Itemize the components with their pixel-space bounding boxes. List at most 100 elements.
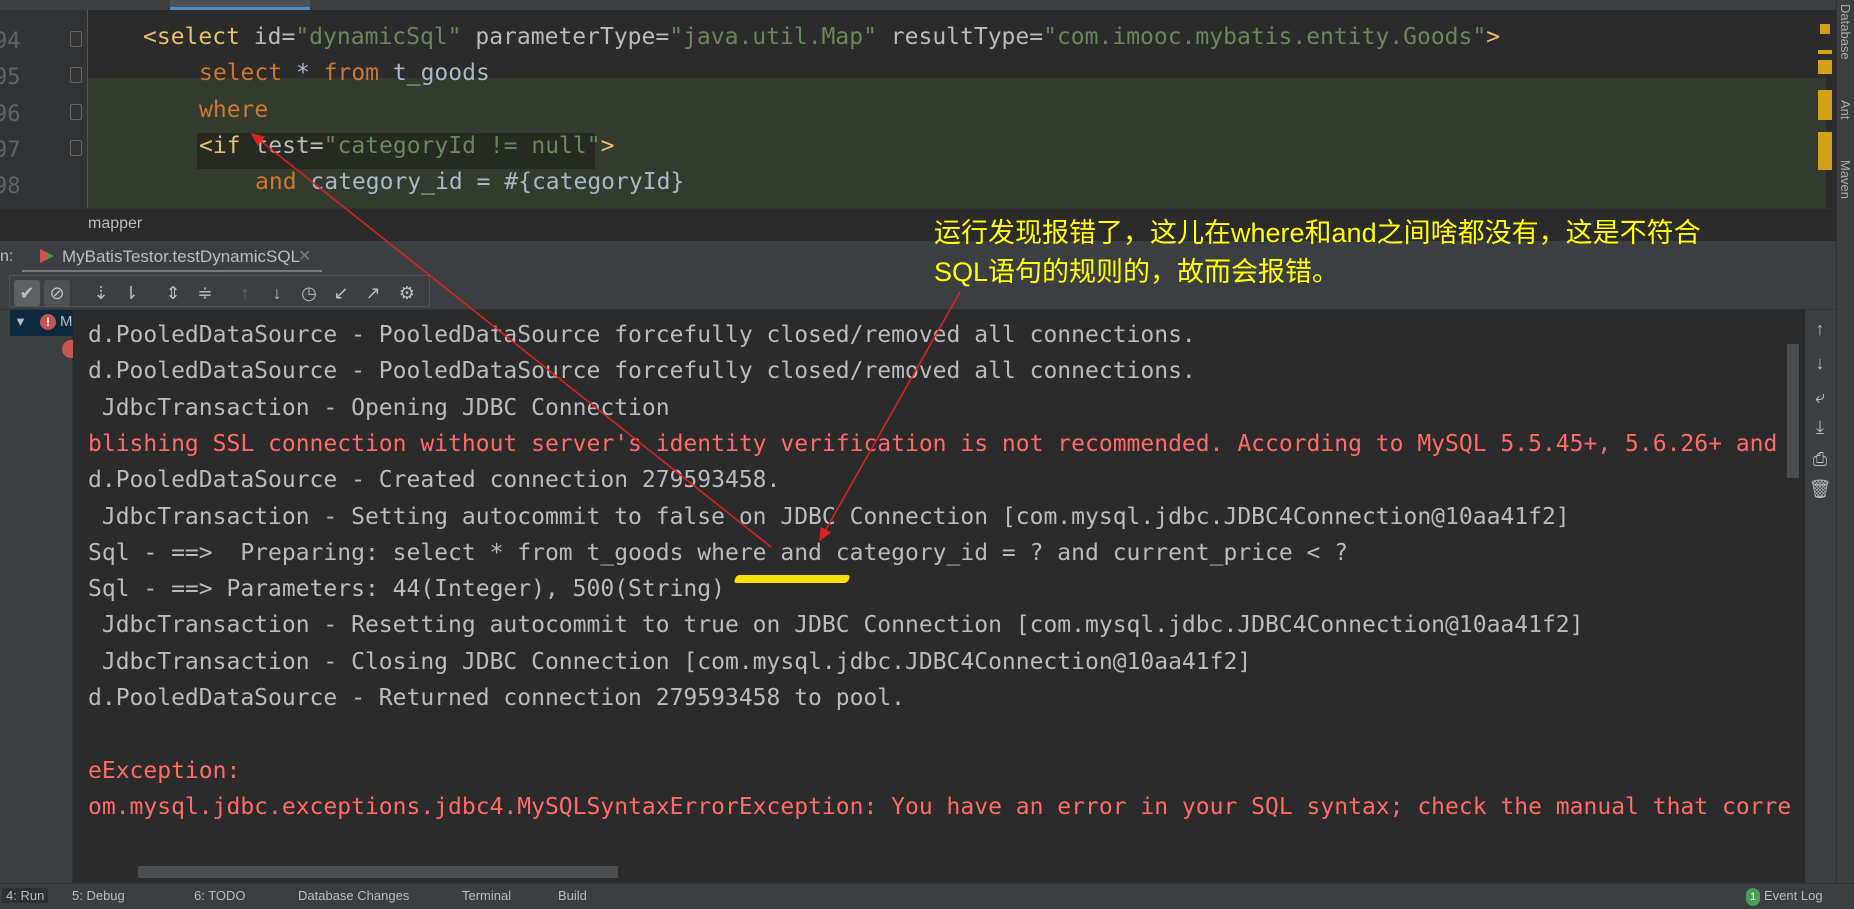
editor-tab-bar xyxy=(0,0,1836,10)
tag-close: > xyxy=(1486,24,1501,50)
tool-window-database[interactable]: Database xyxy=(1838,4,1853,60)
sql-text: t_goods xyxy=(379,60,490,86)
sql-text: category_id = #{categoryId} xyxy=(296,169,685,195)
code-line-97: <if test="categoryId != null"> xyxy=(199,133,614,159)
show-passed-icon[interactable]: ✔ xyxy=(14,280,40,306)
console-line: d.PooledDataSource - Returned connection… xyxy=(88,685,905,711)
export-icon[interactable]: ↗ xyxy=(360,280,386,306)
expand-all-icon[interactable]: ⇕ xyxy=(160,280,186,306)
tool-window-maven[interactable]: Maven xyxy=(1838,160,1853,199)
vertical-scrollbar[interactable] xyxy=(1787,344,1799,478)
annotation-text: 运行发现报错了，这儿在where和and之间啥都没有，这是不符合 SQL语句的规则… xyxy=(934,214,1701,292)
console-error-line: om.mysql.jdbc.exceptions.jdbc4.MySQLSynt… xyxy=(88,793,1792,820)
console-side-toolbar: ↑ ↓ ⤶ ⤓ ⎙ 🗑 xyxy=(1805,310,1836,883)
sort-alpha-icon[interactable]: ⇣ xyxy=(88,280,114,306)
tag-close: > xyxy=(600,133,615,159)
code-line-98: and category_id = #{categoryId} xyxy=(255,169,684,195)
soft-wrap-icon[interactable]: ⤶ xyxy=(1807,384,1833,410)
collapse-all-icon[interactable]: ≑ xyxy=(192,280,218,306)
tool-todo[interactable]: 6: TODO xyxy=(194,888,246,903)
code-line-96: where xyxy=(199,97,268,123)
error-stripe[interactable] xyxy=(1818,20,1832,180)
import-icon[interactable]: ↙ xyxy=(328,280,354,306)
attr: id= xyxy=(253,24,296,50)
attr-value: "java.util.Map" xyxy=(669,24,877,50)
sql-keyword: where xyxy=(199,97,269,123)
fold-icon[interactable] xyxy=(70,31,82,47)
sql-text: * xyxy=(282,60,324,86)
previous-icon[interactable]: ↑ xyxy=(232,280,258,306)
test-tree: ▼ ! M xyxy=(0,310,74,883)
attr: parameterType= xyxy=(461,24,670,50)
toolbar-group: ✔ ⊘ ⇣ ⇂ ⇕ ≑ ↑ ↓ ◷ ↙ ↗ ⚙ xyxy=(9,275,430,307)
horizontal-scrollbar[interactable] xyxy=(138,866,618,878)
trash-icon[interactable]: 🗑 xyxy=(1807,476,1833,502)
fold-icon[interactable] xyxy=(70,140,82,156)
annotation-line: 运行发现报错了，这儿在where和and之间啥都没有，这是不符合 xyxy=(934,218,1701,248)
event-log[interactable]: Event Log xyxy=(1764,888,1823,903)
expand-arrow-icon[interactable]: ▼ xyxy=(14,314,27,329)
tool-terminal[interactable]: Terminal xyxy=(462,888,511,903)
console-output[interactable]: d.PooledDataSource - PooledDataSource fo… xyxy=(73,310,1805,883)
attr: resultType= xyxy=(876,24,1044,50)
print-icon[interactable]: ⎙ xyxy=(1807,446,1833,472)
editor-tab-active[interactable] xyxy=(170,0,310,10)
console-line: JdbcTransaction - Resetting autocommit t… xyxy=(88,612,1584,639)
console-line: d.PooledDataSource - Created connection … xyxy=(88,467,781,494)
sort-duration-icon[interactable]: ⇂ xyxy=(118,280,144,306)
code-line-94: <select id="dynamicSql" parameterType="j… xyxy=(143,24,1500,50)
tree-item-label: M xyxy=(60,313,73,330)
tree-item-selected[interactable]: ▼ ! M xyxy=(10,310,73,336)
right-tool-strip: Database Ant Maven xyxy=(1836,0,1854,883)
tab-run-config[interactable]: MyBatisTestor.testDynamicSQL ✕ xyxy=(22,241,322,273)
code-editor[interactable]: 94 95 96 97 98 <select id="dynamicSql" p… xyxy=(0,10,1836,208)
sql-keyword: select xyxy=(199,60,283,86)
tool-run[interactable]: 4: Run xyxy=(2,888,49,903)
line-number: 95 xyxy=(0,65,21,90)
console-line: JdbcTransaction - Closing JDBC Connectio… xyxy=(88,648,1252,675)
breadcrumb-item[interactable]: mapper xyxy=(88,215,142,233)
annotation-line: SQL语句的规则的，故而会报错。 xyxy=(934,257,1340,287)
tag-open: <select xyxy=(143,24,254,50)
console-line: d.PooledDataSource - PooledDataSource fo… xyxy=(88,358,1196,385)
line-number: 98 xyxy=(0,174,21,199)
sql-keyword: from xyxy=(323,60,380,86)
tag-open: <if xyxy=(199,133,255,159)
line-number: 96 xyxy=(0,102,21,127)
console-line: JdbcTransaction - Setting autocommit to … xyxy=(88,503,1570,530)
attr-value: "categoryId != null" xyxy=(323,133,601,159)
console-line: JdbcTransaction - Opening JDBC Connectio… xyxy=(88,394,670,421)
event-count-badge: 1 xyxy=(1746,888,1760,906)
fold-icon[interactable] xyxy=(70,104,82,120)
console-error-line: blishing SSL connection without server's… xyxy=(88,430,1778,457)
fold-icon[interactable] xyxy=(70,67,82,83)
up-arrow-icon[interactable]: ↑ xyxy=(1807,316,1833,342)
test-config-icon xyxy=(40,249,54,263)
run-label: n: xyxy=(0,248,14,265)
console-line: Sql - ==> Parameters: 44(Integer), 500(S… xyxy=(88,576,725,603)
tool-window-ant[interactable]: Ant xyxy=(1838,100,1853,120)
history-icon[interactable]: ◷ xyxy=(296,280,322,306)
scroll-to-end-icon[interactable]: ⤓ xyxy=(1807,414,1833,440)
line-number: 94 xyxy=(0,29,21,54)
line-number: 97 xyxy=(0,138,21,163)
attr-value: "com.imooc.mybatis.entity.Goods" xyxy=(1043,24,1487,50)
attr: test= xyxy=(254,133,324,159)
settings-icon[interactable]: ⚙ xyxy=(394,280,420,306)
tool-window-bar: 4: Run 5: Debug 6: TODO Database Changes… xyxy=(0,883,1854,909)
console-error-line: eException: xyxy=(88,757,241,784)
tool-debug[interactable]: 5: Debug xyxy=(72,888,125,903)
attr-value: "dynamicSql" xyxy=(295,24,462,50)
next-icon[interactable]: ↓ xyxy=(264,280,290,306)
close-icon[interactable]: ✕ xyxy=(298,246,311,266)
console-line: Sql - ==> Preparing: select * from t_goo… xyxy=(88,539,1349,566)
sql-keyword: and xyxy=(255,169,297,195)
line-gutter: 94 95 96 97 98 xyxy=(0,10,88,208)
error-icon: ! xyxy=(40,314,56,330)
show-ignored-icon[interactable]: ⊘ xyxy=(44,280,70,306)
down-arrow-icon[interactable]: ↓ xyxy=(1807,350,1833,376)
tool-build[interactable]: Build xyxy=(558,888,587,903)
tool-database-changes[interactable]: Database Changes xyxy=(298,888,409,903)
console-line: d.PooledDataSource - PooledDataSource fo… xyxy=(88,322,1196,348)
yellow-highlight-mark xyxy=(733,575,851,583)
